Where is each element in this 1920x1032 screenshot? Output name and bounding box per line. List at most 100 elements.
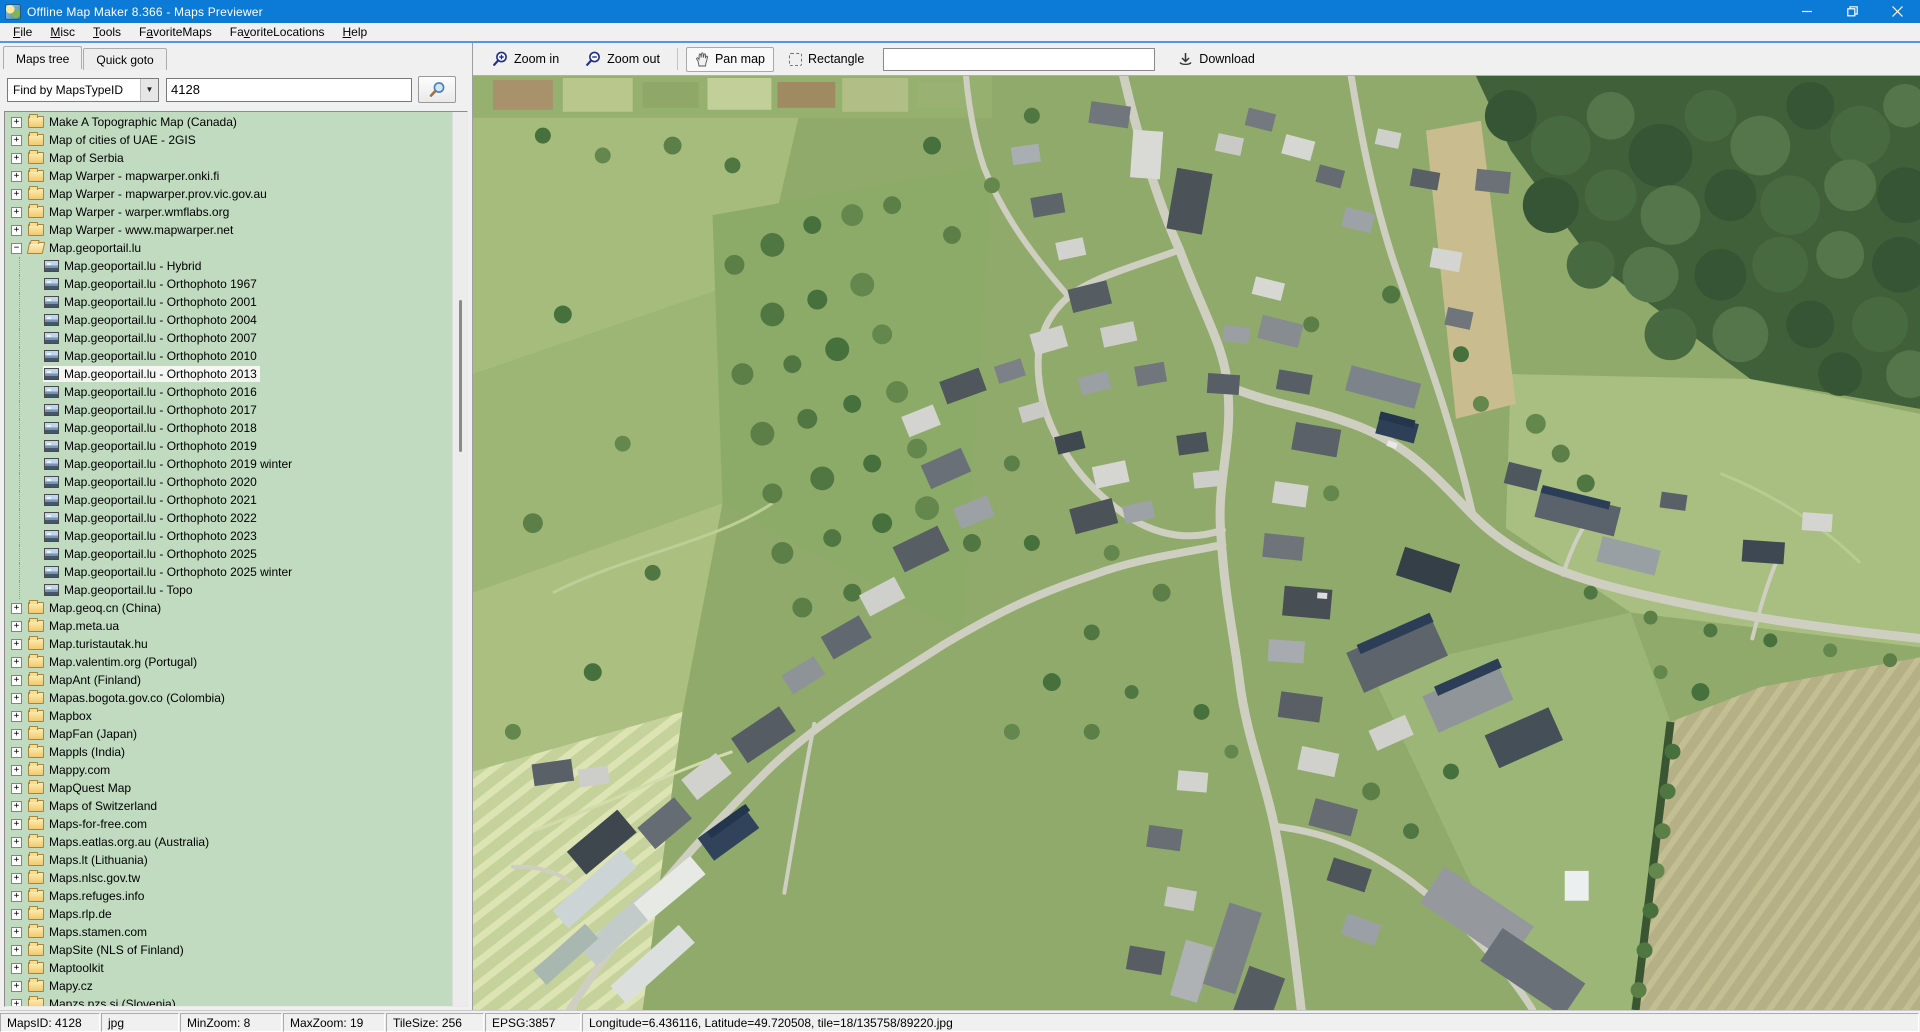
expand-plus-icon[interactable]: + [11,134,22,146]
zoom-in-button[interactable]: Zoom in [483,46,568,72]
expand-plus-icon[interactable]: + [11,692,22,704]
tree-item[interactable]: + Map Warper - mapwarper.onki.fi [5,167,451,185]
tree-item[interactable]: Map.geoportail.lu - Orthophoto 2025 wint… [5,563,451,581]
expand-plus-icon[interactable]: + [11,638,22,650]
expand-plus-icon[interactable]: + [11,926,22,938]
tree-item[interactable]: Map.geoportail.lu - Orthophoto 2019 wint… [5,455,451,473]
expand-plus-icon[interactable]: + [11,836,22,848]
tree-item[interactable]: Map.geoportail.lu - Orthophoto 2013 [5,365,451,383]
tree-item[interactable]: Map.geoportail.lu - Orthophoto 2022 [5,509,451,527]
expand-plus-icon[interactable]: + [11,170,22,182]
close-button[interactable] [1875,0,1920,23]
tree-item[interactable]: Map.geoportail.lu - Orthophoto 2001 [5,293,451,311]
tree-item[interactable]: + Maps.eatlas.org.au (Australia) [5,833,451,851]
minimize-button[interactable] [1785,0,1830,23]
tree-item[interactable]: Map.geoportail.lu - Orthophoto 1967 [5,275,451,293]
expand-plus-icon[interactable]: + [11,908,22,920]
tree-item[interactable]: + MapSite (NLS of Finland) [5,941,451,959]
restore-button[interactable] [1830,0,1875,23]
expand-plus-icon[interactable]: + [11,890,22,902]
expand-plus-icon[interactable]: + [11,224,22,236]
tree-item[interactable]: Map.geoportail.lu - Orthophoto 2023 [5,527,451,545]
expand-plus-icon[interactable]: + [11,944,22,956]
menu-item-favoritelocations[interactable]: FavoriteLocations [221,23,334,41]
expand-plus-icon[interactable]: + [11,980,22,992]
tree-item[interactable]: Map.geoportail.lu - Orthophoto 2019 [5,437,451,455]
tree-item[interactable]: + Maps.lt (Lithuania) [5,851,451,869]
expand-plus-icon[interactable]: + [11,728,22,740]
tree-item[interactable]: Map.geoportail.lu - Orthophoto 2010 [5,347,451,365]
pan-map-button[interactable]: Pan map [685,46,774,72]
menu-item-file[interactable]: File [4,23,41,41]
expand-plus-icon[interactable]: + [11,602,22,614]
expand-plus-icon[interactable]: + [11,962,22,974]
expand-plus-icon[interactable]: + [11,764,22,776]
tree-item[interactable]: + Mapzs.pzs.si (Slovenia) [5,995,451,1006]
tree-item[interactable]: + Mappy.com [5,761,451,779]
tree-item[interactable]: + MapQuest Map [5,779,451,797]
tree-item[interactable]: + Map.valentim.org (Portugal) [5,653,451,671]
tree-scrollbar[interactable] [452,112,467,1006]
expand-plus-icon[interactable]: + [11,746,22,758]
tree-item[interactable]: + Map Warper - mapwarper.prov.vic.gov.au [5,185,451,203]
expand-plus-icon[interactable]: + [11,710,22,722]
tree-item[interactable]: Map.geoportail.lu - Orthophoto 2007 [5,329,451,347]
map-viewport[interactable] [473,76,1920,1010]
aerial-map-image[interactable] [473,76,1920,1010]
tree-item[interactable]: + Maps.nlsc.gov.tw [5,869,451,887]
tree-item[interactable]: + Map.turistautak.hu [5,635,451,653]
tree-item[interactable]: Map.geoportail.lu - Orthophoto 2025 [5,545,451,563]
tree-item[interactable]: + Maptoolkit [5,959,451,977]
expand-plus-icon[interactable]: + [11,782,22,794]
menu-item-favoritemaps[interactable]: FavoriteMaps [130,23,221,41]
tree-item[interactable]: Map.geoportail.lu - Orthophoto 2016 [5,383,451,401]
expand-plus-icon[interactable]: + [11,620,22,632]
expand-plus-icon[interactable]: + [11,800,22,812]
expand-plus-icon[interactable]: + [11,188,22,200]
expand-plus-icon[interactable]: + [11,674,22,686]
tree-item[interactable]: + Map of Serbia [5,149,451,167]
tree-item[interactable]: + Map.meta.ua [5,617,451,635]
tree-item[interactable]: + Maps-for-free.com [5,815,451,833]
tree-item[interactable]: + Maps.stamen.com [5,923,451,941]
tab-maps-tree[interactable]: Maps tree [3,46,83,69]
menu-item-help[interactable]: Help [334,23,377,41]
search-button[interactable] [418,76,456,103]
tree-item[interactable]: − Map.geoportail.lu [5,239,451,257]
rectangle-button[interactable]: Rectangle [780,47,873,71]
tree-item[interactable]: Map.geoportail.lu - Orthophoto 2020 [5,473,451,491]
chevron-down-icon[interactable]: ▼ [140,78,158,101]
expand-plus-icon[interactable]: + [11,152,22,164]
toolbar-input[interactable] [883,47,1156,71]
expand-plus-icon[interactable]: + [11,206,22,218]
tree-item[interactable]: + MapAnt (Finland) [5,671,451,689]
expand-plus-icon[interactable]: + [11,998,22,1006]
zoom-out-button[interactable]: Zoom out [576,46,669,72]
tree-item[interactable]: + Maps.rlp.de [5,905,451,923]
expand-plus-icon[interactable]: + [11,656,22,668]
tree-scrollbar-thumb[interactable] [459,299,462,452]
tree-item[interactable]: + MapFan (Japan) [5,725,451,743]
tree-item[interactable]: Map.geoportail.lu - Hybrid [5,257,451,275]
collapse-minus-icon[interactable]: − [11,242,22,254]
menu-item-tools[interactable]: Tools [84,23,130,41]
tab-quick-goto[interactable]: Quick goto [83,48,167,70]
tree-item[interactable]: + Mappls (India) [5,743,451,761]
tree-item[interactable]: + Mapas.bogota.gov.co (Colombia) [5,689,451,707]
tree-item[interactable]: + Make A Topographic Map (Canada) [5,113,451,131]
tree-item[interactable]: + Map.geoq.cn (China) [5,599,451,617]
find-mode-combobox[interactable]: Find by MapsTypeID ▼ [7,77,159,102]
tree-item[interactable]: + Map of cities of UAE - 2GIS [5,131,451,149]
tree-item[interactable]: Map.geoportail.lu - Orthophoto 2018 [5,419,451,437]
tree-item[interactable]: Map.geoportail.lu - Orthophoto 2021 [5,491,451,509]
search-input[interactable] [166,77,412,102]
tree-item[interactable]: + Map Warper - warper.wmflabs.org [5,203,451,221]
tree-item[interactable]: Map.geoportail.lu - Orthophoto 2004 [5,311,451,329]
tree-item[interactable]: + Maps of Switzerland [5,797,451,815]
tree-item[interactable]: + Mapy.cz [5,977,451,995]
menu-item-misc[interactable]: Misc [41,23,84,41]
expand-plus-icon[interactable]: + [11,872,22,884]
expand-plus-icon[interactable]: + [11,116,22,128]
tree-item[interactable]: Map.geoportail.lu - Topo [5,581,451,599]
tree-item[interactable]: Map.geoportail.lu - Orthophoto 2017 [5,401,451,419]
